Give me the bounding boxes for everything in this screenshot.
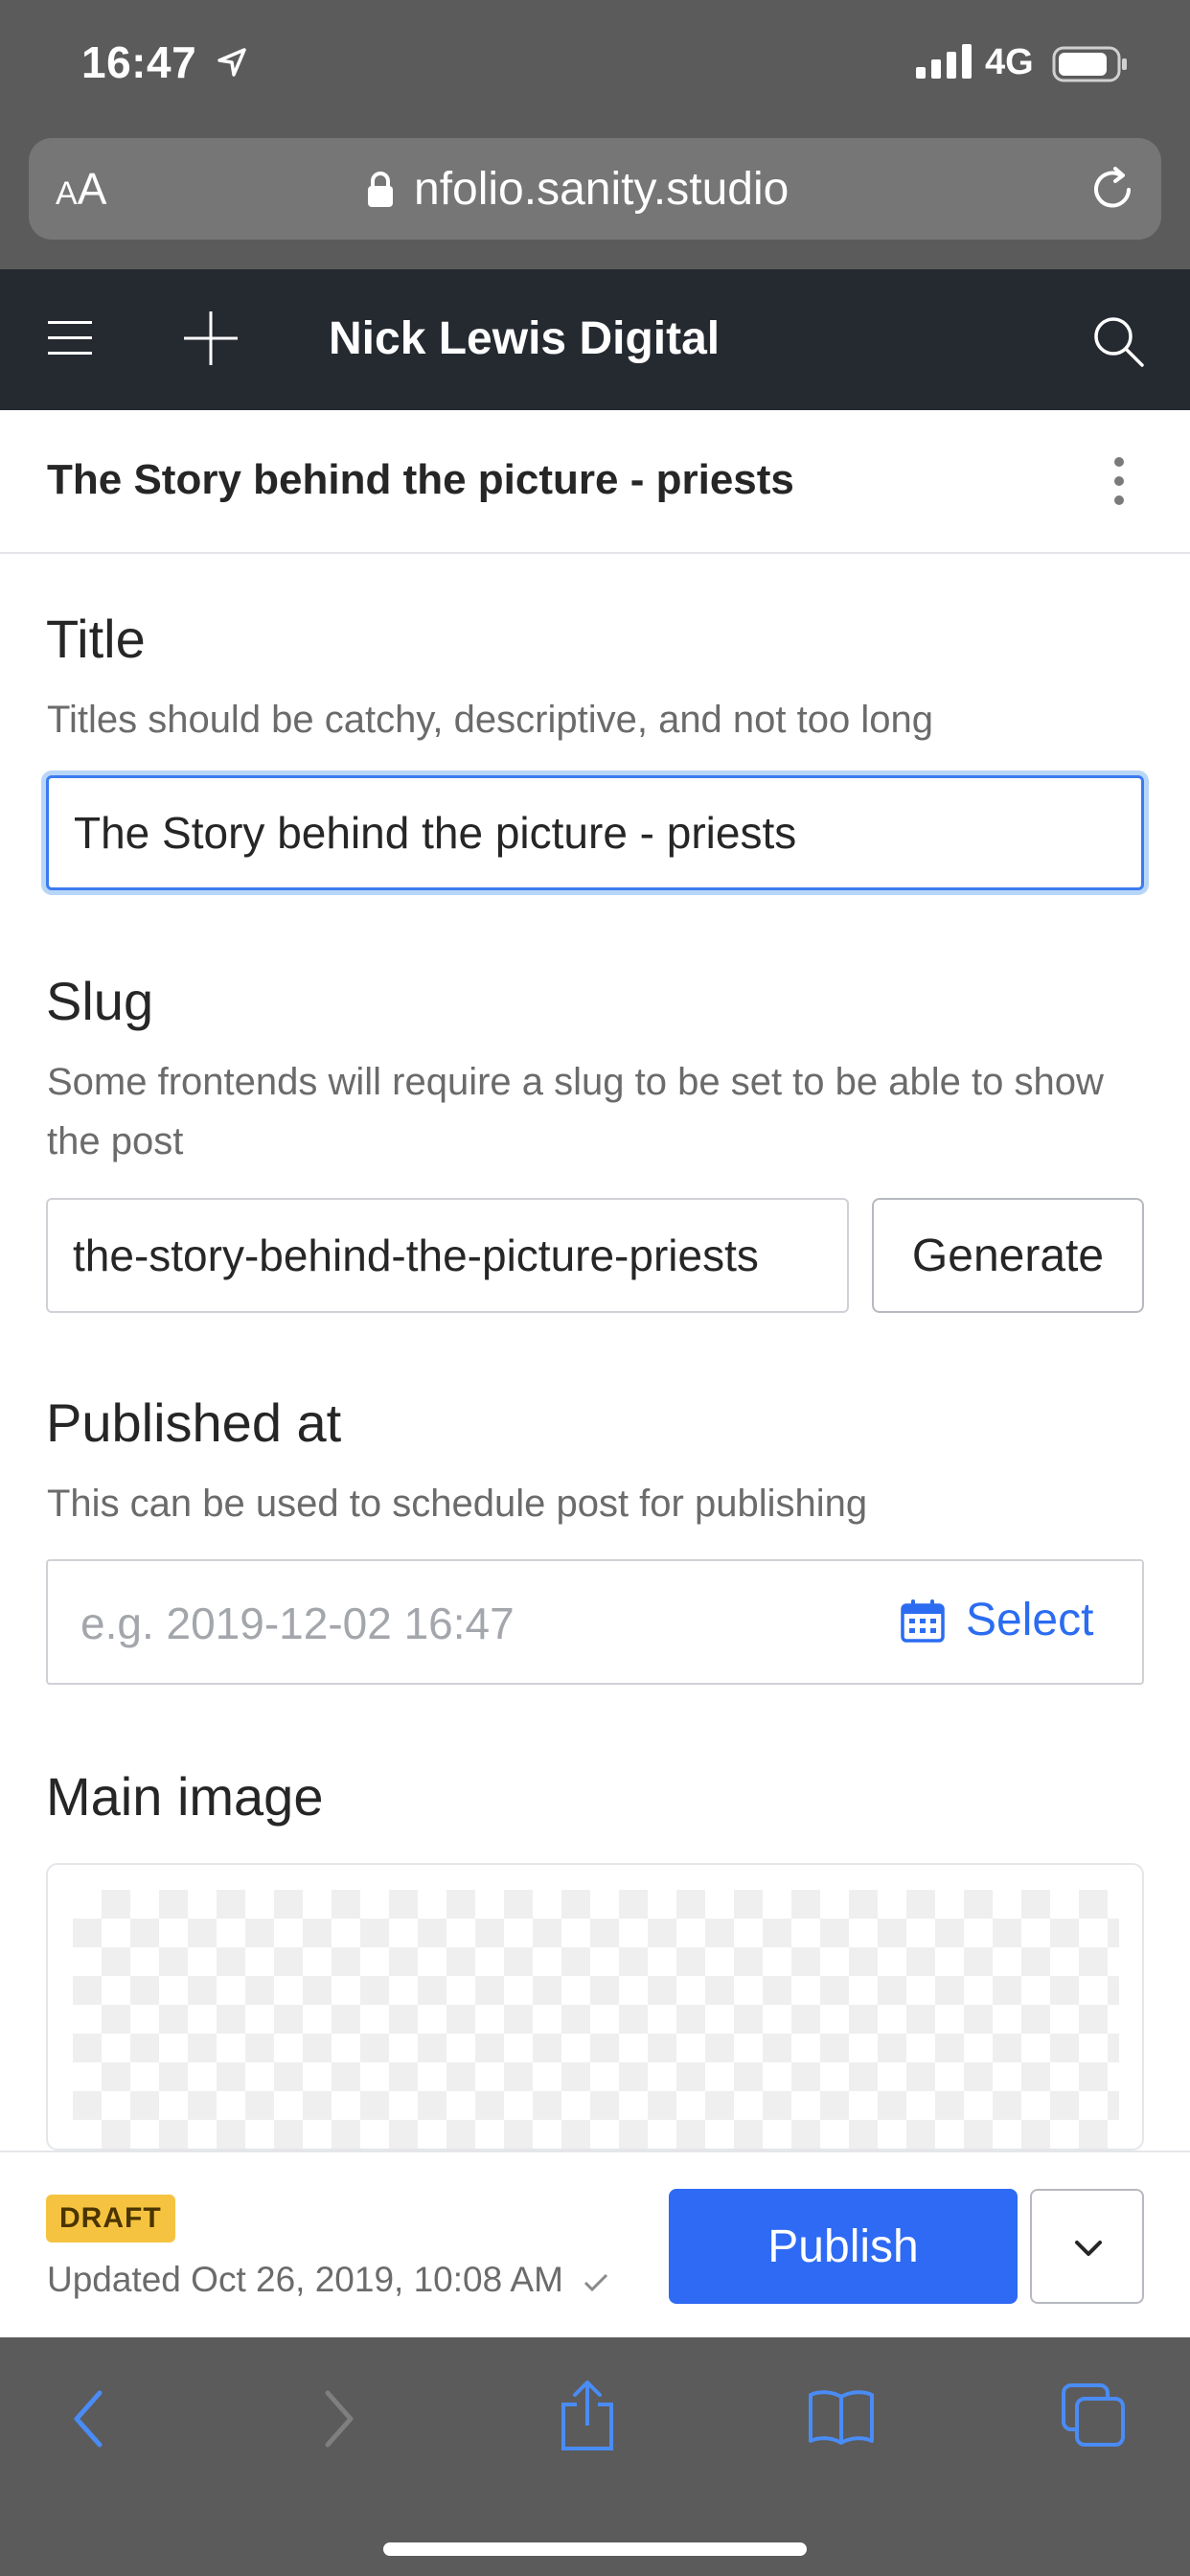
share-icon[interactable] — [558, 2380, 617, 2457]
studio-title[interactable]: Nick Lewis Digital — [329, 312, 720, 365]
url-text[interactable]: nfolio.sanity.studio — [414, 163, 789, 216]
browser-toolbar — [0, 2337, 1190, 2576]
image-preview-placeholder — [73, 1890, 1119, 2149]
updated-timestamp: Updated Oct 26, 2019, 10:08 AM — [47, 2260, 609, 2300]
date-placeholder: e.g. 2019-12-02 16:47 — [80, 1598, 515, 1648]
cellular-signal-icon — [916, 44, 973, 83]
title-input[interactable] — [46, 775, 1144, 890]
browser-address-area: AA nfolio.sanity.studio — [0, 134, 1190, 269]
network-type: 4G — [985, 42, 1034, 82]
publish-button[interactable]: Publish — [669, 2189, 1018, 2304]
check-icon — [584, 2273, 608, 2292]
published-at-help: This can be used to schedule post for pu… — [47, 1483, 868, 1525]
status-bar: 16:47 4G — [0, 0, 1190, 134]
battery-icon — [1052, 46, 1129, 87]
reload-icon[interactable] — [1088, 165, 1138, 219]
title-help: Titles should be catchy, descriptive, an… — [47, 699, 933, 741]
document-header: The Story behind the picture - priests — [0, 410, 1190, 554]
date-select-button[interactable]: Select — [901, 1594, 1093, 1646]
draft-status-badge: DRAFT — [46, 2195, 175, 2242]
published-at-input[interactable]: e.g. 2019-12-02 16:47 Select — [46, 1559, 1144, 1685]
location-arrow-icon — [216, 46, 248, 83]
select-label: Select — [966, 1595, 1094, 1645]
lock-icon — [366, 171, 395, 214]
more-actions-button[interactable] — [1030, 2189, 1144, 2304]
app-navbar: Nick Lewis Digital — [0, 269, 1190, 410]
chevron-down-icon — [1075, 2241, 1102, 2256]
generate-slug-button[interactable]: Generate — [872, 1198, 1144, 1313]
calendar-icon — [901, 1599, 945, 1643]
more-options-icon[interactable] — [1110, 456, 1129, 511]
bookmarks-icon[interactable] — [807, 2387, 876, 2450]
tabs-icon[interactable] — [1060, 2381, 1127, 2453]
reader-text-size-button[interactable]: AA — [56, 163, 106, 215]
slug-input[interactable] — [46, 1198, 849, 1313]
forward-icon[interactable] — [316, 2385, 360, 2457]
search-icon[interactable] — [1092, 315, 1146, 374]
status-time: 16:47 — [81, 37, 197, 87]
back-icon[interactable] — [67, 2385, 111, 2457]
document-action-bar: DRAFT Updated Oct 26, 2019, 10:08 AM Pub… — [0, 2150, 1190, 2339]
published-at-label: Published at — [46, 1392, 342, 1453]
slug-help: Some frontends will require a slug to be… — [47, 1061, 1104, 1162]
create-new-icon[interactable] — [184, 311, 238, 370]
main-image-label: Main image — [46, 1766, 324, 1827]
home-indicator[interactable] — [383, 2542, 807, 2556]
hamburger-menu-icon[interactable] — [48, 319, 92, 362]
main-image-card[interactable] — [46, 1863, 1144, 2150]
document-title: The Story behind the picture - priests — [47, 456, 794, 503]
title-label: Title — [46, 609, 146, 669]
address-bar[interactable]: AA nfolio.sanity.studio — [29, 138, 1161, 240]
slug-label: Slug — [46, 971, 154, 1031]
